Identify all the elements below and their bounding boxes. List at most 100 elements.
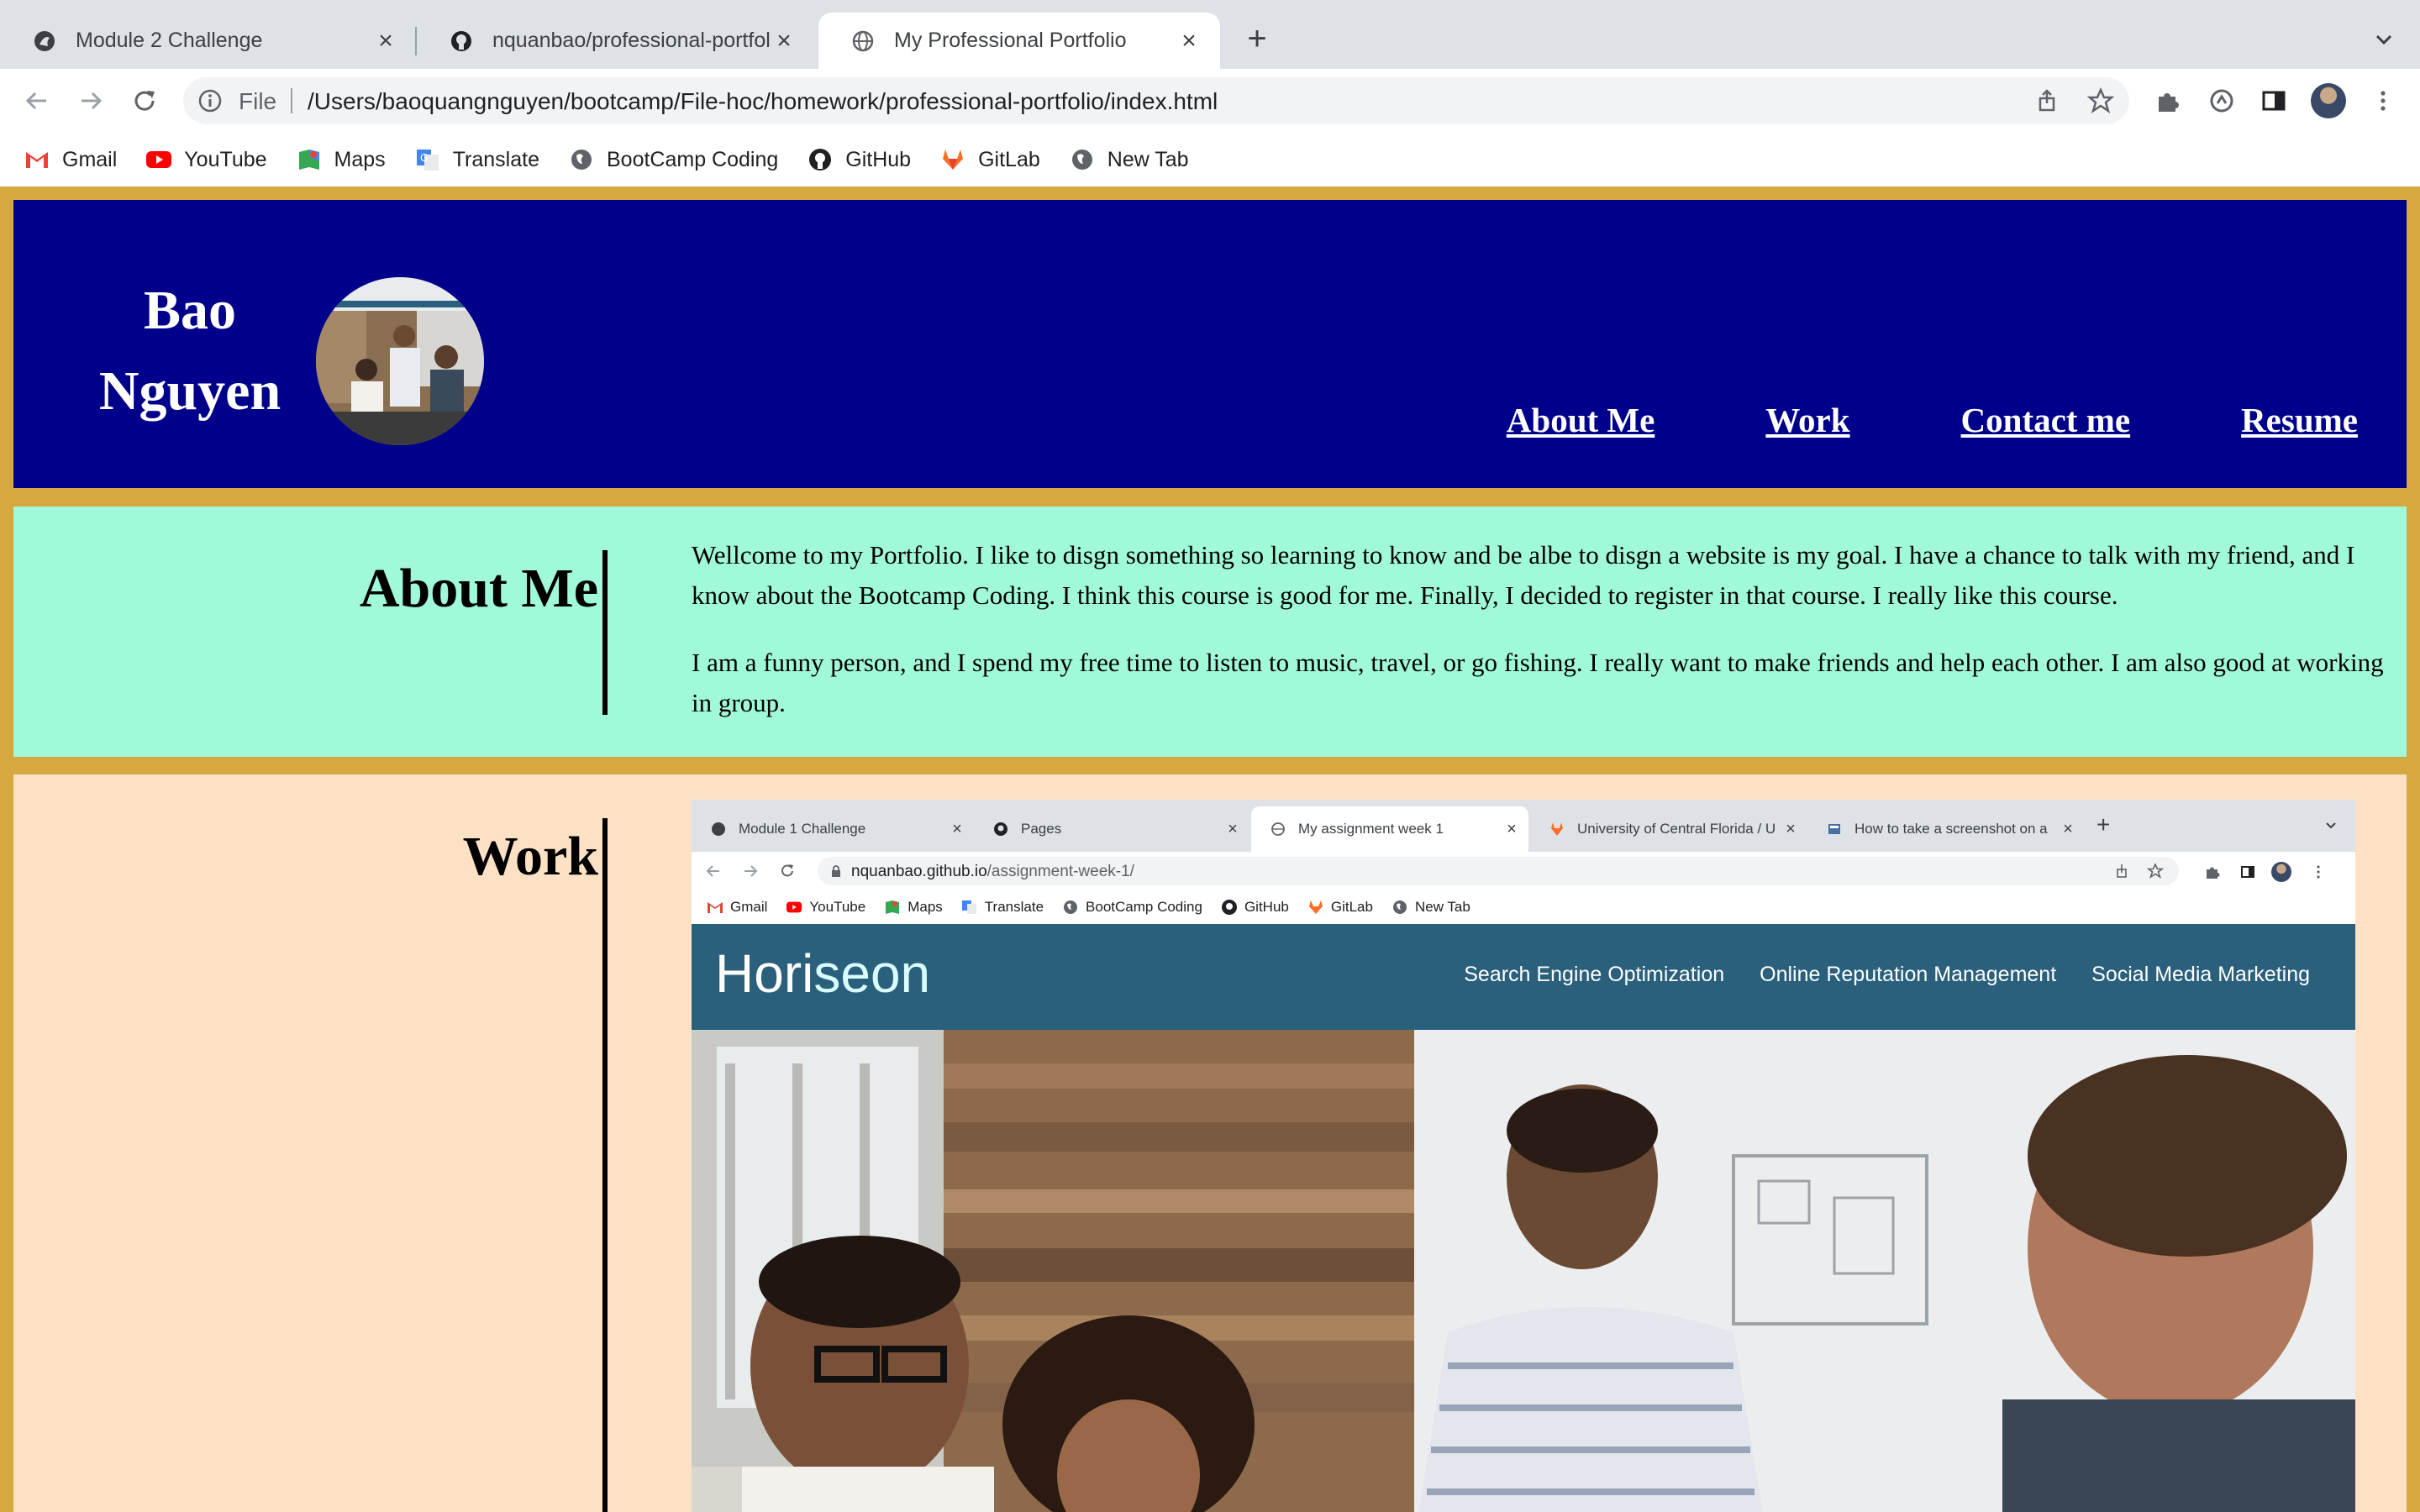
section-divider bbox=[602, 550, 608, 715]
youtube-icon bbox=[786, 899, 802, 916]
arrow-right-icon bbox=[742, 863, 759, 879]
bookmark-label: YouTube bbox=[809, 899, 866, 915]
bookmark-new-tab[interactable]: New Tab bbox=[1069, 146, 1189, 173]
logo-light: seon bbox=[813, 943, 931, 1004]
globe-icon bbox=[568, 146, 595, 173]
bookmark-label: YouTube bbox=[184, 147, 267, 171]
bookmark-label: Gmail bbox=[62, 147, 118, 171]
bookmark-youtube[interactable]: YouTube bbox=[145, 146, 267, 173]
horiseon-header: Horiseon Search Engine Optimization Onli… bbox=[692, 924, 2355, 1030]
nav-link-about-me[interactable]: About Me bbox=[1507, 400, 1655, 440]
screenshot-tab-title: My assignment week 1 bbox=[1298, 821, 1444, 837]
screenshot-bookmark: YouTube bbox=[786, 899, 865, 916]
site-name: Bao Nguyen bbox=[81, 270, 299, 432]
screenshot-url: nquanbao.github.io/assignment-week-1/ bbox=[851, 863, 1134, 881]
close-icon[interactable]: × bbox=[1176, 28, 1202, 54]
tab-my-professional-portfolio[interactable]: My Professional Portfolio × bbox=[818, 13, 1220, 69]
more-menu-icon bbox=[2310, 864, 2327, 880]
close-icon: × bbox=[1228, 819, 1238, 838]
close-icon[interactable]: × bbox=[373, 28, 398, 54]
profile-avatar[interactable] bbox=[2311, 83, 2346, 118]
page-viewport: Bao Nguyen About Me Work Contact me Resu… bbox=[0, 186, 2420, 1512]
extensions-puzzle-icon[interactable] bbox=[2151, 84, 2185, 118]
translate-icon bbox=[961, 899, 978, 916]
bookmark-bootcamp-coding[interactable]: BootCamp Coding bbox=[568, 146, 778, 173]
extension-icon[interactable] bbox=[2205, 84, 2238, 118]
new-tab-button[interactable]: + bbox=[1239, 21, 1276, 58]
bookmark-github[interactable]: GitHub bbox=[807, 146, 911, 173]
tab-title: Module 2 Challenge bbox=[76, 29, 263, 52]
bookmark-label: Translate bbox=[984, 899, 1044, 915]
forward-button[interactable] bbox=[72, 82, 109, 119]
screenshot-address-bar: nquanbao.github.io/assignment-week-1/ bbox=[818, 857, 2179, 885]
bookmark-star-icon[interactable] bbox=[2086, 87, 2115, 114]
bookmark-gitlab[interactable]: GitLab bbox=[939, 146, 1040, 173]
close-icon: × bbox=[1786, 819, 1796, 838]
logo-main: Hori bbox=[715, 943, 814, 1004]
avatar bbox=[2271, 862, 2291, 882]
screenshot-tab: How to take a screenshot on a × bbox=[1807, 806, 2085, 852]
reload-button[interactable] bbox=[126, 82, 163, 119]
screenshot-tab: Module 1 Challenge × bbox=[692, 806, 974, 852]
screenshot-toolbar: nquanbao.github.io/assignment-week-1/ bbox=[692, 852, 2355, 890]
nav-link-work[interactable]: Work bbox=[1765, 400, 1849, 440]
horiseon-nav-item: Search Engine Optimization bbox=[1464, 963, 1725, 986]
screenshot-url-host: nquanbao.github.io bbox=[851, 863, 987, 880]
about-section: About Me Wellcome to my Portfolio. I lik… bbox=[13, 507, 2407, 757]
gmail-icon bbox=[707, 899, 723, 916]
work-section: Work Module 1 Challenge × Pages × My ass… bbox=[13, 774, 2407, 1512]
profile-photo bbox=[316, 277, 484, 445]
screenshot-bookmark: GitLab bbox=[1307, 899, 1373, 916]
tab-module-2-challenge[interactable]: Module 2 Challenge × bbox=[0, 13, 417, 69]
close-icon[interactable]: × bbox=[771, 28, 797, 54]
more-menu-icon[interactable] bbox=[2366, 84, 2400, 118]
github-icon bbox=[807, 146, 834, 173]
url-text[interactable]: /Users/baoquangnguyen/bootcamp/File-hoc/… bbox=[308, 88, 1218, 115]
lock-icon bbox=[829, 864, 843, 878]
youtube-icon bbox=[145, 146, 172, 173]
about-paragraph: Wellcome to my Portfolio. I like to disg… bbox=[692, 540, 2355, 610]
chevron-down-icon[interactable] bbox=[2370, 25, 2398, 54]
globe-icon bbox=[1062, 899, 1079, 916]
chevron-down-icon bbox=[2323, 818, 2338, 833]
globe-icon bbox=[1069, 146, 1096, 173]
bookmark-translate[interactable]: G Translate bbox=[414, 146, 539, 173]
tab-github-repo[interactable]: nquanbao/professional-portfolio × bbox=[417, 13, 815, 69]
screenshot-tab-title: How to take a screenshot on a bbox=[1854, 821, 2048, 837]
bookmark-label: Maps bbox=[908, 899, 943, 915]
about-text: Wellcome to my Portfolio. I like to disg… bbox=[692, 535, 2397, 723]
globe-icon bbox=[1392, 899, 1408, 916]
share-icon[interactable] bbox=[2033, 87, 2060, 114]
svg-text:G: G bbox=[420, 152, 428, 164]
bookmarks-bar: Gmail YouTube Maps G Translate BootCamp … bbox=[0, 133, 2420, 186]
screenshot-tab: Pages × bbox=[974, 806, 1249, 852]
screenshot-bookmark: Gmail bbox=[707, 899, 767, 916]
star-icon bbox=[2146, 863, 2165, 879]
browser-toolbar: File /Users/baoquangnguyen/bootcamp/File… bbox=[0, 69, 2420, 133]
work-project-screenshot[interactable]: Module 1 Challenge × Pages × My assignme… bbox=[692, 800, 2355, 1512]
bookmark-maps[interactable]: Maps bbox=[296, 146, 386, 173]
address-bar[interactable]: File /Users/baoquangnguyen/bootcamp/File… bbox=[183, 77, 2129, 124]
horiseon-logo: Horiseon bbox=[715, 942, 930, 1005]
section-divider bbox=[602, 818, 608, 1512]
github-icon bbox=[992, 821, 1009, 837]
gmail-icon bbox=[24, 146, 50, 173]
nav-link-resume[interactable]: Resume bbox=[2241, 400, 2358, 440]
back-button[interactable] bbox=[18, 82, 55, 119]
github-icon bbox=[449, 29, 474, 54]
close-icon: × bbox=[1507, 819, 1517, 838]
bookmark-label: GitLab bbox=[978, 147, 1040, 171]
site-header: Bao Nguyen About Me Work Contact me Resu… bbox=[13, 200, 2407, 488]
scheme-label: File bbox=[239, 88, 277, 114]
screenshot-bookmark: Maps bbox=[884, 899, 943, 916]
info-icon[interactable] bbox=[197, 87, 224, 114]
bookmark-label: Translate bbox=[452, 147, 539, 171]
nav-link-contact-me[interactable]: Contact me bbox=[1961, 400, 2131, 440]
side-panel-icon[interactable] bbox=[2257, 84, 2291, 118]
github-pages-icon bbox=[710, 821, 727, 837]
bookmark-gmail[interactable]: Gmail bbox=[24, 146, 117, 173]
screenshot-url-path: /assignment-week-1/ bbox=[986, 863, 1134, 880]
maps-icon bbox=[296, 146, 323, 173]
bookmark-label: New Tab bbox=[1107, 147, 1189, 171]
reload-icon bbox=[779, 863, 796, 879]
